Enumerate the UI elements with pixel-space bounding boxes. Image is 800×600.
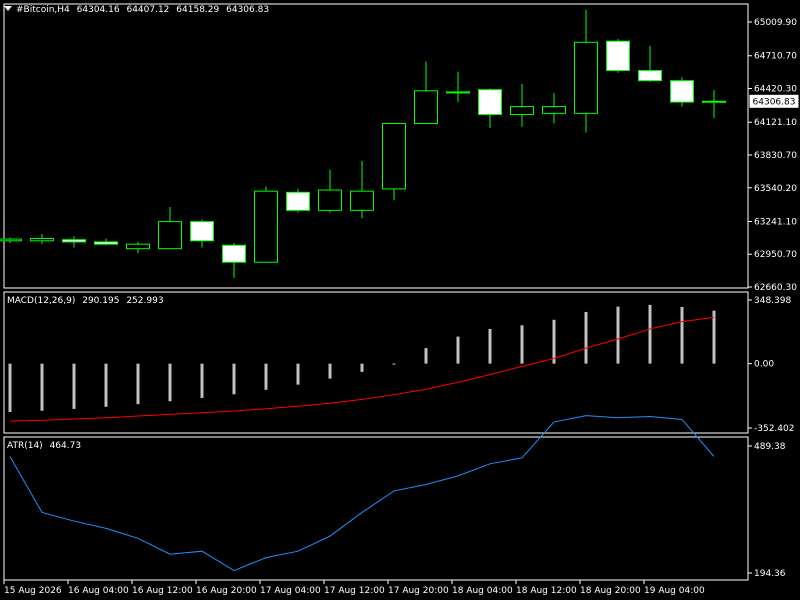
- time-axis-label: 17 Aug 12:00: [324, 586, 385, 596]
- macd-pane-header: MACD(12,26,9) 290.195 252.993: [7, 296, 168, 306]
- candle-body[interactable]: [574, 41, 598, 114]
- atr-axis-label: 194.36: [754, 569, 786, 579]
- macd-histogram-bar: [488, 328, 492, 364]
- candle-body[interactable]: [670, 80, 694, 103]
- candle-body[interactable]: [702, 100, 726, 103]
- macd-signal-value: 252.993: [126, 296, 164, 306]
- close-value: 64306.83: [226, 5, 270, 15]
- time-axis-label: 16 Aug 12:00: [132, 586, 193, 596]
- candle-body[interactable]: [30, 238, 54, 242]
- macd-axis-label: -352.402: [754, 424, 794, 434]
- candle-body[interactable]: [606, 40, 630, 71]
- atr-label: ATR(14): [7, 441, 43, 451]
- price-axis-label: 63540.20: [754, 184, 797, 194]
- symbol-label: #Bitcoin,H4: [16, 5, 70, 15]
- candle-body[interactable]: [478, 89, 502, 115]
- atr-line: [9, 415, 715, 572]
- macd-histogram-bar: [584, 311, 588, 364]
- price-axis-label: 63830.70: [754, 151, 797, 161]
- atr-value: 464.73: [49, 441, 82, 451]
- time-axis-label: 16 Aug 20:00: [196, 586, 257, 596]
- macd-histogram-bar: [136, 363, 140, 405]
- price-axis-label: 64420.30: [754, 84, 797, 94]
- price-axis-label: 62660.30: [754, 283, 797, 293]
- current-price-label: 64306.83: [753, 97, 796, 107]
- candle-body[interactable]: [94, 241, 118, 245]
- candle-body[interactable]: [126, 243, 150, 250]
- macd-histogram-bar: [520, 325, 524, 364]
- macd-label: MACD(12,26,9): [7, 296, 76, 306]
- time-axis-label: 17 Aug 04:00: [260, 586, 321, 596]
- candle-body[interactable]: [0, 238, 22, 242]
- price-axis-label: 62950.70: [754, 250, 797, 260]
- price-pane-header: #Bitcoin,H4 64304.16 64407.12 64158.29 6…: [4, 5, 273, 15]
- price-axis-label: 65009.90: [754, 18, 797, 28]
- time-axis-label: 16 Aug 04:00: [68, 586, 129, 596]
- macd-histogram-bar: [424, 348, 428, 364]
- time-axis-label: 17 Aug 20:00: [388, 586, 449, 596]
- price-axis-label: 63241.10: [754, 217, 797, 227]
- candle-body[interactable]: [158, 221, 182, 250]
- macd-histogram-bar: [712, 310, 716, 364]
- triangle-down-icon[interactable]: [4, 6, 12, 11]
- price-axis-label: 64710.70: [754, 52, 797, 62]
- candle-body[interactable]: [510, 106, 534, 115]
- macd-histogram-bar: [104, 363, 108, 407]
- price-axis-label: 64121.10: [754, 118, 797, 128]
- time-axis-label: 15 Aug 2026: [4, 586, 62, 596]
- high-value: 64407.12: [126, 5, 170, 15]
- macd-histogram-bar: [360, 363, 364, 372]
- candle-body[interactable]: [446, 91, 470, 94]
- atr-pane-header: ATR(14) 464.73: [7, 441, 85, 451]
- candle-body[interactable]: [62, 239, 86, 243]
- time-axis-label: 18 Aug 12:00: [516, 586, 577, 596]
- macd-histogram-bar: [232, 363, 236, 395]
- candle-body[interactable]: [638, 69, 662, 82]
- macd-histogram-bar: [456, 336, 460, 364]
- time-axis-label: 18 Aug 04:00: [452, 586, 513, 596]
- macd-histogram-bar: [40, 363, 44, 411]
- low-value: 64158.29: [176, 5, 220, 15]
- open-value: 64304.16: [76, 5, 120, 15]
- candle-body[interactable]: [254, 190, 278, 263]
- macd-axis-label: 0.00: [754, 360, 774, 370]
- macd-histogram-bar: [552, 319, 556, 364]
- macd-pane-frame: [3, 291, 749, 434]
- candle-body[interactable]: [190, 221, 214, 242]
- macd-histogram-bar: [264, 363, 268, 390]
- candle-body[interactable]: [318, 189, 342, 211]
- macd-histogram-bar: [72, 363, 76, 409]
- atr-axis-label: 489.38: [754, 442, 786, 452]
- macd-histogram-bar: [328, 363, 332, 379]
- time-axis-label: 19 Aug 04:00: [644, 586, 705, 596]
- candle-body[interactable]: [222, 244, 246, 263]
- candle-body[interactable]: [286, 191, 310, 211]
- candle-body[interactable]: [350, 190, 374, 211]
- macd-histogram-bar: [392, 363, 396, 365]
- macd-histogram-bar: [648, 304, 652, 364]
- macd-histogram-bar: [200, 363, 204, 398]
- macd-histogram-bar: [680, 307, 684, 364]
- candle-body[interactable]: [414, 90, 438, 124]
- candle-body[interactable]: [382, 122, 406, 190]
- macd-axis-label: 348.398: [754, 296, 791, 306]
- macd-histogram-bar: [168, 363, 172, 402]
- time-axis-label: 18 Aug 20:00: [580, 586, 641, 596]
- macd-histogram-bar: [296, 363, 300, 385]
- macd-main-value: 290.195: [82, 296, 120, 306]
- price-pane-frame: [3, 3, 749, 289]
- candle-body[interactable]: [542, 106, 566, 114]
- macd-histogram-bar: [8, 363, 12, 413]
- atr-pane-frame: [3, 436, 749, 581]
- macd-histogram-bar: [616, 306, 620, 364]
